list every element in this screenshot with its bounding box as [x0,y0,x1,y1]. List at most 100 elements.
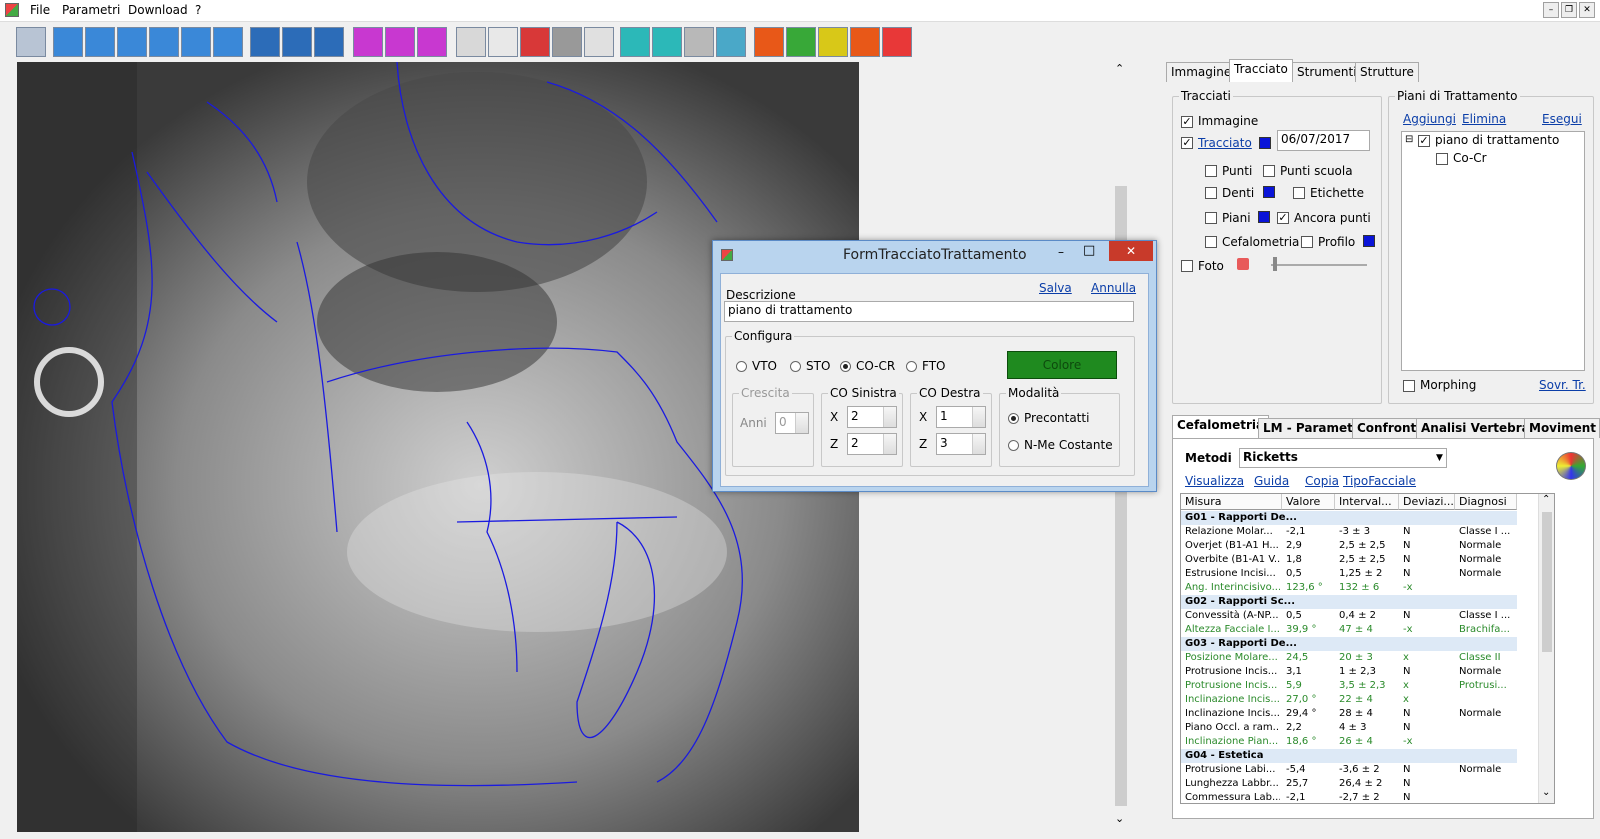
flip-vertical-icon[interactable] [385,27,415,57]
vto-radio[interactable] [736,361,747,372]
colore-button[interactable]: Colore [1007,351,1117,379]
annulla-link[interactable]: Annulla [1091,281,1136,295]
piani-color-swatch[interactable] [1258,211,1270,223]
table-scroll-thumb[interactable] [1542,512,1552,652]
table-scroll-down-icon[interactable]: ⌄ [1542,787,1550,798]
anni-stepper[interactable]: 0 [775,412,809,434]
tab-movimenti[interactable]: Moviment [1524,418,1600,438]
table-group-row[interactable]: G03 - Rapporti De... [1181,637,1517,651]
table-row[interactable]: Posizione Molare... 24,5 20 ± 3 x Classe II [1181,651,1517,665]
table-group-row[interactable]: G01 - Rapporti De... [1181,511,1517,525]
col-diagnosi[interactable]: Diagnosi [1455,494,1517,510]
resize-icon[interactable] [417,27,447,57]
tree-child-label[interactable]: Co-Cr [1453,151,1487,165]
punti-scuola-checkbox[interactable] [1263,165,1275,177]
table-row[interactable]: Ang. Interincisivo... 123,6 ° 132 ± 6 -x [1181,581,1517,595]
nme-costante-radio[interactable] [1008,440,1019,451]
tab-cefalometria[interactable]: Cefalometria [1172,415,1270,438]
precontatti-radio[interactable] [1008,413,1019,424]
dialog-minimize-icon[interactable]: – [1058,245,1064,259]
close-icon[interactable]: ✕ [1579,2,1595,18]
punti-checkbox[interactable] [1205,165,1217,177]
cocr-radio[interactable] [840,361,851,372]
tooth-icon[interactable] [520,27,550,57]
zoom-icon[interactable] [53,27,83,57]
copia-link[interactable]: Copia [1305,474,1339,488]
palette-icon[interactable] [1556,452,1586,480]
export-icon[interactable] [716,27,746,57]
tab-confronti[interactable]: Confronti [1352,418,1426,438]
table-row[interactable]: Commessura Lab... -2,1 -2,7 ± 2 N [1181,791,1517,803]
face-icon[interactable] [456,27,486,57]
foto-opacity-slider-track[interactable] [1271,264,1367,266]
table-row[interactable]: Inclinazione Incis... 29,4 ° 28 ± 4 N Normal… [1181,707,1517,721]
table-row[interactable]: Overbite (B1-A1 V... 1,8 2,5 ± 2,5 N Normale [1181,553,1517,567]
table-row[interactable]: Protrusione Incis... 5,9 3,5 ± 2,3 x Protrus… [1181,679,1517,693]
undo-icon[interactable] [85,27,115,57]
tracciato-color-swatch[interactable] [1259,137,1271,149]
table-row[interactable]: Piano Occl. a ram... 2,2 4 ± 3 N [1181,721,1517,735]
table-row[interactable]: Inclinazione Incis... 27,0 ° 22 ± 4 x [1181,693,1517,707]
profilo-color-swatch[interactable] [1363,235,1375,247]
tab-tracciato[interactable]: Tracciato [1229,59,1293,82]
lens-icon[interactable] [488,27,518,57]
menu-parametri[interactable]: Parametri [62,3,120,17]
hand-icon[interactable] [850,27,880,57]
profile-icon[interactable] [314,27,344,57]
fto-radio[interactable] [906,361,917,372]
ppt-icon[interactable] [754,27,784,57]
aggiungi-link[interactable]: Aggiungi [1403,112,1456,126]
salva-link[interactable]: Salva [1039,281,1072,295]
table-row[interactable]: Overjet (B1-A1 H... 2,9 2,5 ± 2,5 N Normale [1181,539,1517,553]
table-scroll-up-icon[interactable]: ⌃ [1542,494,1550,505]
co-sinistra-x-stepper[interactable]: 2 [847,406,897,428]
table-row[interactable]: Protrusione Incis... 3,1 1 ± 2,3 N Normale [1181,665,1517,679]
ancora-punti-checkbox[interactable]: ✓ [1277,212,1289,224]
minimize-icon[interactable]: – [1543,2,1559,18]
menu-file[interactable]: File [30,3,50,17]
exit-icon[interactable] [882,27,912,57]
magnify-icon[interactable] [213,27,243,57]
sovr-tr-link[interactable]: Sovr. Tr. [1539,378,1586,392]
dialog-close-icon[interactable]: ✕ [1109,241,1153,261]
pointer-icon[interactable] [181,27,211,57]
table-row[interactable]: Relazione Molar... -2,1 -3 ± 3 N Classe I ..… [1181,525,1517,539]
guida-link[interactable]: Guida [1254,474,1289,488]
descrizione-input[interactable]: piano di trattamento [724,301,1134,322]
col-valore[interactable]: Valore [1282,494,1335,510]
table-group-row[interactable]: G02 - Rapporti Sc... [1181,595,1517,609]
etichette-checkbox[interactable] [1293,187,1305,199]
sto-radio[interactable] [790,361,801,372]
print-icon[interactable] [620,27,650,57]
patient-search-icon[interactable] [282,27,312,57]
table-group-row[interactable]: G04 - Estetica [1181,749,1517,763]
tracciato-date-field[interactable]: 06/07/2017 [1277,130,1370,151]
col-misura[interactable]: Misura [1181,494,1282,510]
col-intervallo[interactable]: Interval... [1335,494,1399,510]
tipo-facciale-link[interactable]: TipoFacciale [1343,474,1416,488]
skull-icon[interactable] [552,27,582,57]
co-sinistra-z-stepper[interactable]: 2 [847,433,897,455]
metodi-chevron-down-icon[interactable]: ▼ [1436,453,1443,463]
ruler-icon[interactable] [16,27,46,57]
print-setup-icon[interactable] [684,27,714,57]
tree-expander-icon[interactable]: ⊟ [1405,134,1413,145]
table-row[interactable]: Inclinazione Pian... 18,6 ° 26 ± 4 -x [1181,735,1517,749]
morphing-checkbox[interactable] [1403,380,1415,392]
redo-icon[interactable] [117,27,147,57]
foto-checkbox[interactable] [1181,260,1193,272]
cefalometria-table[interactable]: Misura Valore Interval... Deviazi... Dia… [1180,493,1555,804]
denti-checkbox[interactable] [1205,187,1217,199]
esegui-link[interactable]: Esegui [1542,112,1582,126]
eye-icon[interactable] [584,27,614,57]
tab-immagine[interactable]: Immagine [1166,62,1237,82]
menu-help[interactable]: ? [195,3,201,17]
piani-tree[interactable]: ⊟ ✓ piano di trattamento Co-Cr [1401,131,1585,371]
rotate-icon[interactable] [149,27,179,57]
tab-strumenti[interactable]: Strumenti [1292,62,1362,82]
piani-checkbox[interactable] [1205,212,1217,224]
tab-strutture[interactable]: Strutture [1355,62,1419,82]
foto-picture-icon[interactable] [1237,258,1249,270]
foto-opacity-slider-thumb[interactable] [1273,257,1277,271]
table-row[interactable]: Protrusione Labi... -5,4 -3,6 ± 2 N Normale [1181,763,1517,777]
